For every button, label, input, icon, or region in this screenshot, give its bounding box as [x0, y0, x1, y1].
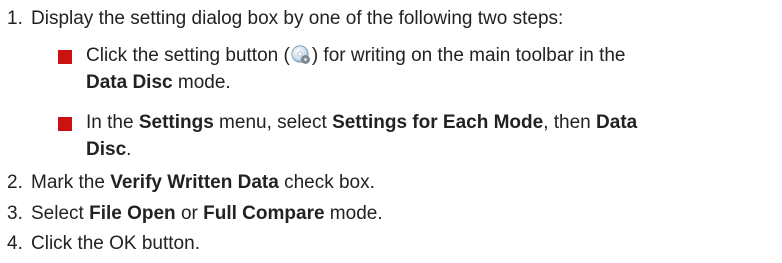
- sub-step-a-line-1: Click the setting button ( ) for writing…: [86, 45, 626, 66]
- step-1-text: Display the setting dialog box by one of…: [31, 8, 564, 29]
- step-2-number: 2.: [7, 172, 23, 193]
- mode-name-data-disc: Data Disc: [86, 72, 173, 93]
- sub-step-b-line-1: In the Settings menu, select Settings fo…: [86, 112, 638, 133]
- checkbox-name-verify-written-data: Verify Written Data: [110, 172, 279, 193]
- mode-name-full-compare: Full Compare: [203, 203, 325, 224]
- menu-name-settings: Settings: [138, 112, 214, 133]
- step-4-number: 4.: [7, 233, 23, 254]
- step-1-number: 1.: [7, 8, 23, 29]
- step-4-text: Click the OK button.: [31, 233, 200, 254]
- menu-item-settings-for-each-mode: Settings for Each Mode: [332, 112, 544, 133]
- step-2-text: Mark the Verify Written Data check box.: [31, 172, 375, 193]
- bullet-square: [58, 117, 72, 131]
- sub-step-a-line-2: Data Disc mode.: [86, 72, 231, 93]
- bullet-square: [58, 50, 72, 64]
- step-3-text: Select File Open or Full Compare mode.: [31, 203, 383, 224]
- instructions-document: 1. Display the setting dialog box by one…: [0, 0, 782, 263]
- settings-disc-icon: [291, 45, 311, 65]
- step-3-number: 3.: [7, 203, 23, 224]
- mode-name-file-open: File Open: [89, 203, 176, 224]
- sub-step-b-line-2: Disc.: [86, 139, 132, 160]
